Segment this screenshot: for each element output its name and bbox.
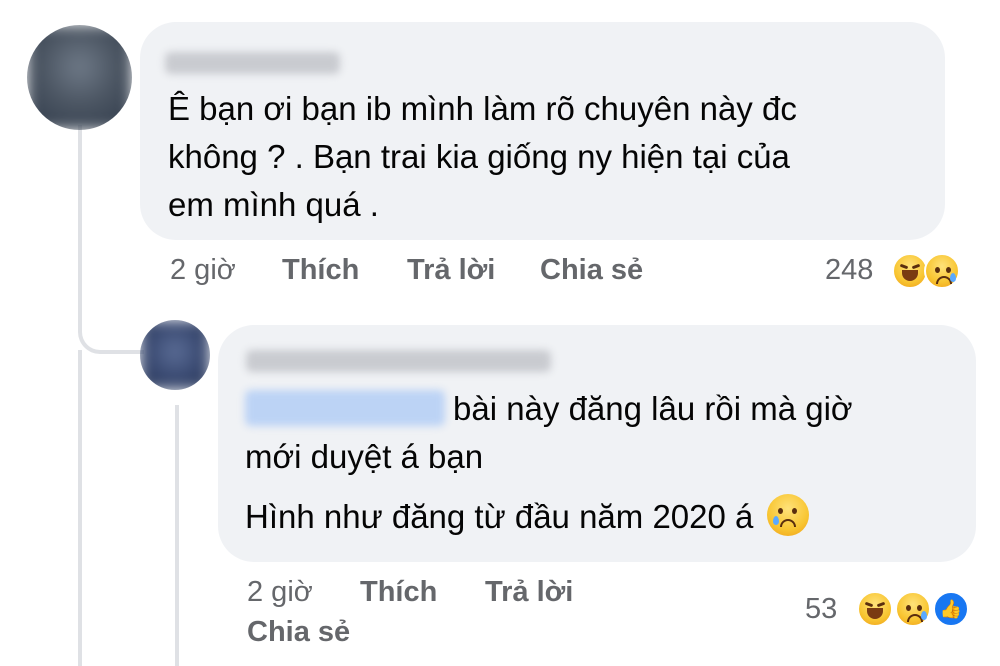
- reply-thread-line: [175, 405, 179, 666]
- reply-like-button[interactable]: Thích: [360, 576, 437, 609]
- comment-share-button[interactable]: Chia sẻ: [540, 254, 643, 287]
- laugh-icon[interactable]: [892, 253, 928, 289]
- crying-face-icon: [766, 494, 809, 536]
- thread-line-vertical: [78, 125, 82, 325]
- comment-text-line-3: em mình quá .: [168, 186, 379, 223]
- reply-timestamp[interactable]: 2 giờ: [247, 576, 313, 609]
- sad-icon[interactable]: [895, 591, 931, 627]
- replier-avatar[interactable]: [140, 320, 210, 390]
- reply-text-line-3-content: Hình như đăng từ đầu năm 2020 á: [245, 498, 754, 535]
- comment-reply-button[interactable]: Trả lời: [407, 254, 495, 287]
- reply-text-line-2: mới duyệt á bạn: [245, 438, 484, 475]
- comment-like-button[interactable]: Thích: [282, 254, 359, 287]
- like-icon[interactable]: 👍: [933, 591, 969, 627]
- reply-reply-button[interactable]: Trả lời: [485, 576, 573, 609]
- reply-text-line-1: bài này đăng lâu rồi mà giờ: [245, 385, 853, 433]
- laugh-icon[interactable]: [857, 591, 893, 627]
- comment-reaction-count[interactable]: 248: [825, 254, 873, 287]
- commenter-avatar[interactable]: [27, 25, 132, 130]
- replier-name[interactable]: [246, 350, 551, 372]
- reply-text-line-1-rest: bài này đăng lâu rồi mà giờ: [453, 390, 853, 427]
- comment-text-line-2: không ? . Bạn trai kia giống ny hiện tại…: [168, 138, 790, 175]
- sad-icon[interactable]: [924, 253, 960, 289]
- mention-tag[interactable]: [245, 390, 445, 426]
- reply-reaction-count[interactable]: 53: [805, 593, 837, 626]
- comment-timestamp[interactable]: 2 giờ: [170, 254, 236, 287]
- reply-text-line-3: Hình như đăng từ đầu năm 2020 á: [245, 493, 809, 541]
- commenter-name[interactable]: [165, 52, 340, 74]
- comment-text-line-1: Ê bạn ơi bạn ib mình làm rõ chuyên này đ…: [168, 90, 797, 127]
- thread-line-continue: [78, 350, 82, 666]
- thread-line-curve: [78, 322, 144, 354]
- reply-share-button[interactable]: Chia sẻ: [247, 616, 350, 649]
